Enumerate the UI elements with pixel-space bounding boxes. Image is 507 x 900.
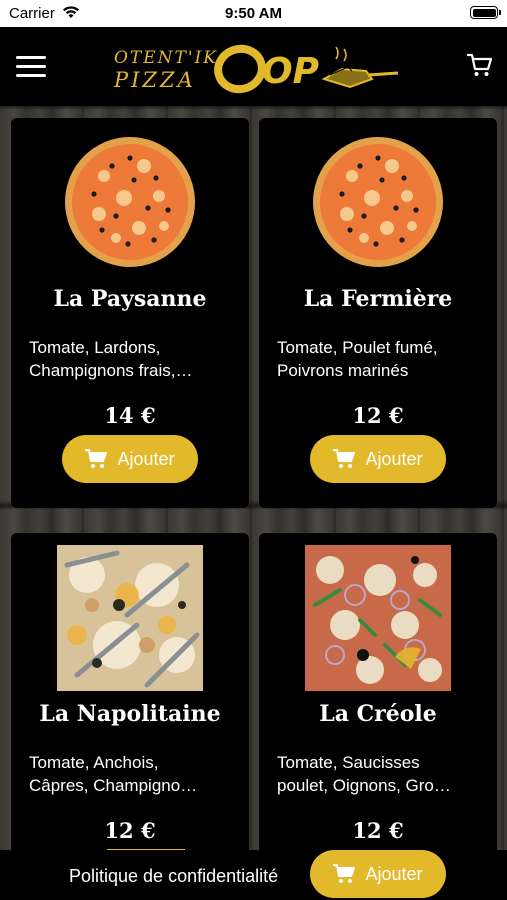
cart-icon [333, 864, 356, 883]
add-to-cart-button[interactable]: Ajouter [62, 435, 198, 483]
pizza-peel-icon [321, 46, 399, 89]
product-name: La Paysanne [53, 286, 207, 312]
product-price: 12 € [352, 818, 404, 843]
product-card[interactable]: La Paysanne Tomate, Lardons, Champignons… [11, 118, 249, 508]
product-description: Tomate, Poulet fumé, Poivrons marinés [277, 338, 438, 380]
product-description: Tomate, Lardons, Champignons frais,… [29, 338, 193, 380]
add-to-cart-button[interactable]: Ajouter [310, 435, 446, 483]
svg-text:OTENT'IK: OTENT'IK [114, 48, 218, 68]
cart-icon [85, 449, 108, 468]
product-name: La Fermière [303, 286, 453, 312]
product-card[interactable]: La Créole Tomate, Saucisses poulet, Oign… [259, 533, 497, 863]
battery-icon [470, 6, 501, 19]
product-price: 12 € [352, 403, 404, 428]
cart-icon [333, 449, 356, 468]
brand-logo: OTENT'IK PIZZA OP [113, 44, 399, 94]
product-card[interactable]: La Fermière Tomate, Poulet fumé, Poivron… [259, 118, 497, 508]
svg-text:PIZZA: PIZZA [113, 68, 196, 92]
add-to-cart-button[interactable]: Ajouter [310, 850, 446, 898]
pizza-image [259, 545, 497, 691]
product-card[interactable]: La Napolitaine Tomate, Anchois, Câpres, … [11, 533, 249, 863]
svg-text:OP: OP [262, 51, 319, 92]
footer-bar: Politique de confidentialité Ajouter [0, 850, 507, 900]
product-description: Tomate, Saucisses poulet, Oignons, Gro… [277, 753, 451, 795]
product-description: Tomate, Anchois, Câpres, Champigno… [29, 753, 198, 795]
product-name: La Napolitaine [39, 701, 221, 727]
pizza-image [11, 545, 249, 691]
pizza-image [259, 136, 497, 268]
product-price: 12 € [104, 818, 156, 843]
status-bar: Carrier 9:50 AM [0, 0, 507, 27]
app-header: OTENT'IK PIZZA OP [0, 27, 507, 106]
product-price: 14 € [104, 403, 156, 428]
hamburger-icon[interactable] [16, 56, 46, 78]
privacy-policy-link[interactable]: Politique de confidentialité [69, 866, 278, 887]
clock: 9:50 AM [225, 5, 282, 22]
cart-icon[interactable] [466, 51, 494, 79]
product-name: La Créole [319, 701, 437, 727]
pizza-image [11, 136, 249, 268]
